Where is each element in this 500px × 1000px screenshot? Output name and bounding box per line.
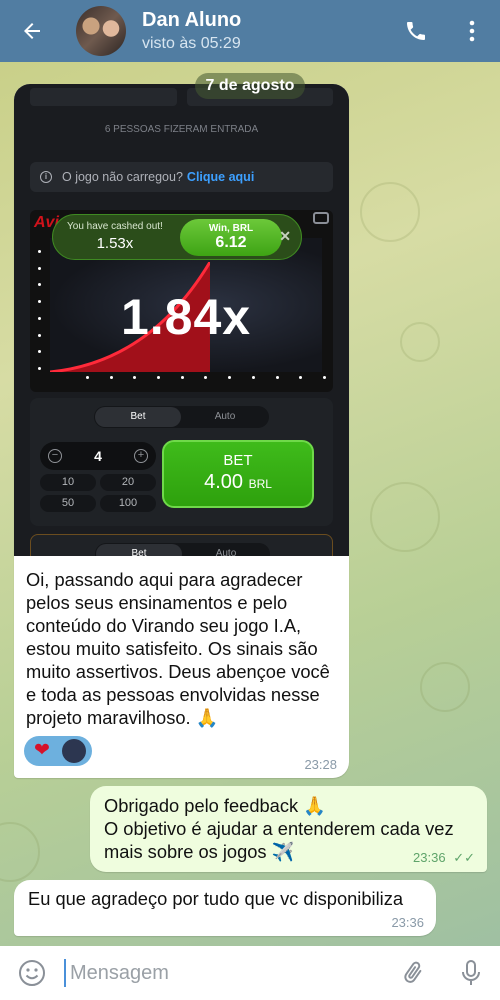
outgoing-message[interactable]: Obrigado pelo feedback 🙏 O objetivo é aj… bbox=[90, 786, 487, 872]
screenshot-load-bar: i O jogo não carregou? Clique aqui bbox=[30, 162, 333, 192]
screenshot-multiplier: 1.84x bbox=[120, 289, 252, 345]
incoming-message-with-image[interactable]: 6 PESSOAS FIZERAM ENTRADA i O jogo não c… bbox=[14, 84, 349, 778]
screenshot-bet-button: BET 4.00 BRL bbox=[162, 440, 314, 508]
plus-icon: + bbox=[134, 449, 148, 463]
screenshot-x-dots bbox=[86, 376, 326, 379]
screenshot-tab-auto: Auto bbox=[214, 411, 236, 422]
emoji-button[interactable] bbox=[0, 946, 64, 1000]
date-separator: 7 de agosto bbox=[195, 73, 305, 99]
more-options-button[interactable] bbox=[444, 0, 500, 62]
heart-icon: ❤ bbox=[34, 740, 50, 761]
attach-button[interactable] bbox=[384, 946, 442, 1000]
screenshot-tab-auto-2: Auto bbox=[215, 548, 237, 556]
message-time-status: 23:36 ✓✓ bbox=[413, 850, 475, 866]
screenshot-quick-amounts: 10 20 50 100 bbox=[40, 474, 156, 512]
message-time: 23:36 bbox=[391, 915, 424, 930]
win-pill: Win, BRL 6.12 bbox=[180, 219, 282, 256]
chat-header: Dan Aluno visto às 05:29 bbox=[0, 0, 500, 62]
screenshot-bet-panel-2: Bet Auto bbox=[30, 534, 333, 556]
quick-amount: 50 bbox=[40, 495, 96, 512]
win-value: 6.12 bbox=[215, 234, 247, 251]
bet-amount: 4.00 bbox=[204, 471, 244, 493]
reactor-avatar bbox=[62, 739, 86, 763]
screenshot-bet-tabs-2: Bet Auto bbox=[95, 543, 270, 556]
contact-last-seen: visto às 05:29 bbox=[142, 35, 241, 52]
microphone-icon bbox=[462, 960, 480, 985]
screenshot-load-link: Clique aqui bbox=[186, 170, 255, 184]
screenshot-load-prompt: O jogo não carregou? bbox=[62, 170, 183, 184]
contact-avatar[interactable] bbox=[76, 6, 126, 56]
back-button[interactable] bbox=[0, 0, 64, 62]
contact-name: Dan Aluno bbox=[142, 9, 242, 31]
phone-icon bbox=[407, 22, 425, 40]
emoji-icon bbox=[19, 960, 45, 986]
quick-amount: 20 bbox=[100, 474, 156, 491]
bet-amount-line: 4.00 BRL bbox=[164, 471, 312, 494]
call-button[interactable] bbox=[388, 0, 444, 62]
screenshot-stake-stepper: − 4 + bbox=[40, 442, 156, 470]
message-line: Obrigado pelo feedback 🙏 bbox=[104, 795, 326, 816]
back-arrow-icon bbox=[24, 23, 40, 39]
bet-label: BET bbox=[223, 452, 253, 469]
message-input[interactable] bbox=[64, 959, 384, 987]
message-time: 23:36 bbox=[413, 850, 446, 865]
screenshot-y-dots bbox=[38, 250, 41, 370]
voice-message-button[interactable] bbox=[442, 946, 500, 1000]
chat-bubble-icon bbox=[313, 212, 329, 224]
message-time: 23:28 bbox=[304, 757, 337, 772]
screenshot-tab-bet-2: Bet bbox=[96, 544, 182, 556]
screenshot-bet-panel: Bet Auto − 4 + 10 20 50 100 BET 4.00 BRL bbox=[30, 398, 333, 526]
double-check-icon: ✓✓ bbox=[453, 850, 475, 865]
message-text: Oi, passando aqui para agradecer pelos s… bbox=[26, 569, 330, 728]
cashout-info: You have cashed out! 1.53x bbox=[67, 221, 163, 252]
cashout-value: 1.53x bbox=[96, 235, 134, 252]
screenshot-entered-count: 6 PESSOAS FIZERAM ENTRADA bbox=[104, 124, 259, 135]
message-text: Eu que agradeço por tudo que vc disponib… bbox=[28, 888, 404, 909]
incoming-message[interactable]: Eu que agradeço por tudo que vc disponib… bbox=[14, 880, 436, 936]
quick-amount: 100 bbox=[100, 495, 156, 512]
attached-game-screenshot[interactable]: 6 PESSOAS FIZERAM ENTRADA i O jogo não c… bbox=[14, 84, 349, 556]
more-vertical-icon bbox=[469, 20, 475, 42]
info-icon: i bbox=[40, 171, 52, 183]
win-label: Win, BRL bbox=[208, 223, 254, 234]
quick-amount: 10 bbox=[40, 474, 96, 491]
message-reactions[interactable]: ❤ bbox=[24, 736, 92, 766]
bet-currency: BRL bbox=[248, 477, 272, 491]
contact-info[interactable]: Dan Aluno visto às 05:29 bbox=[142, 9, 388, 53]
close-icon: ✕ bbox=[279, 228, 291, 244]
screenshot-bet-tabs: Bet Auto bbox=[94, 406, 269, 428]
screenshot-tab-bet: Bet bbox=[95, 407, 181, 427]
screenshot-cashout-toast: You have cashed out! 1.53x Win, BRL 6.12… bbox=[52, 214, 302, 260]
message-composer bbox=[0, 946, 500, 1000]
cashout-label: You have cashed out! bbox=[67, 221, 163, 232]
paperclip-icon bbox=[404, 961, 422, 983]
